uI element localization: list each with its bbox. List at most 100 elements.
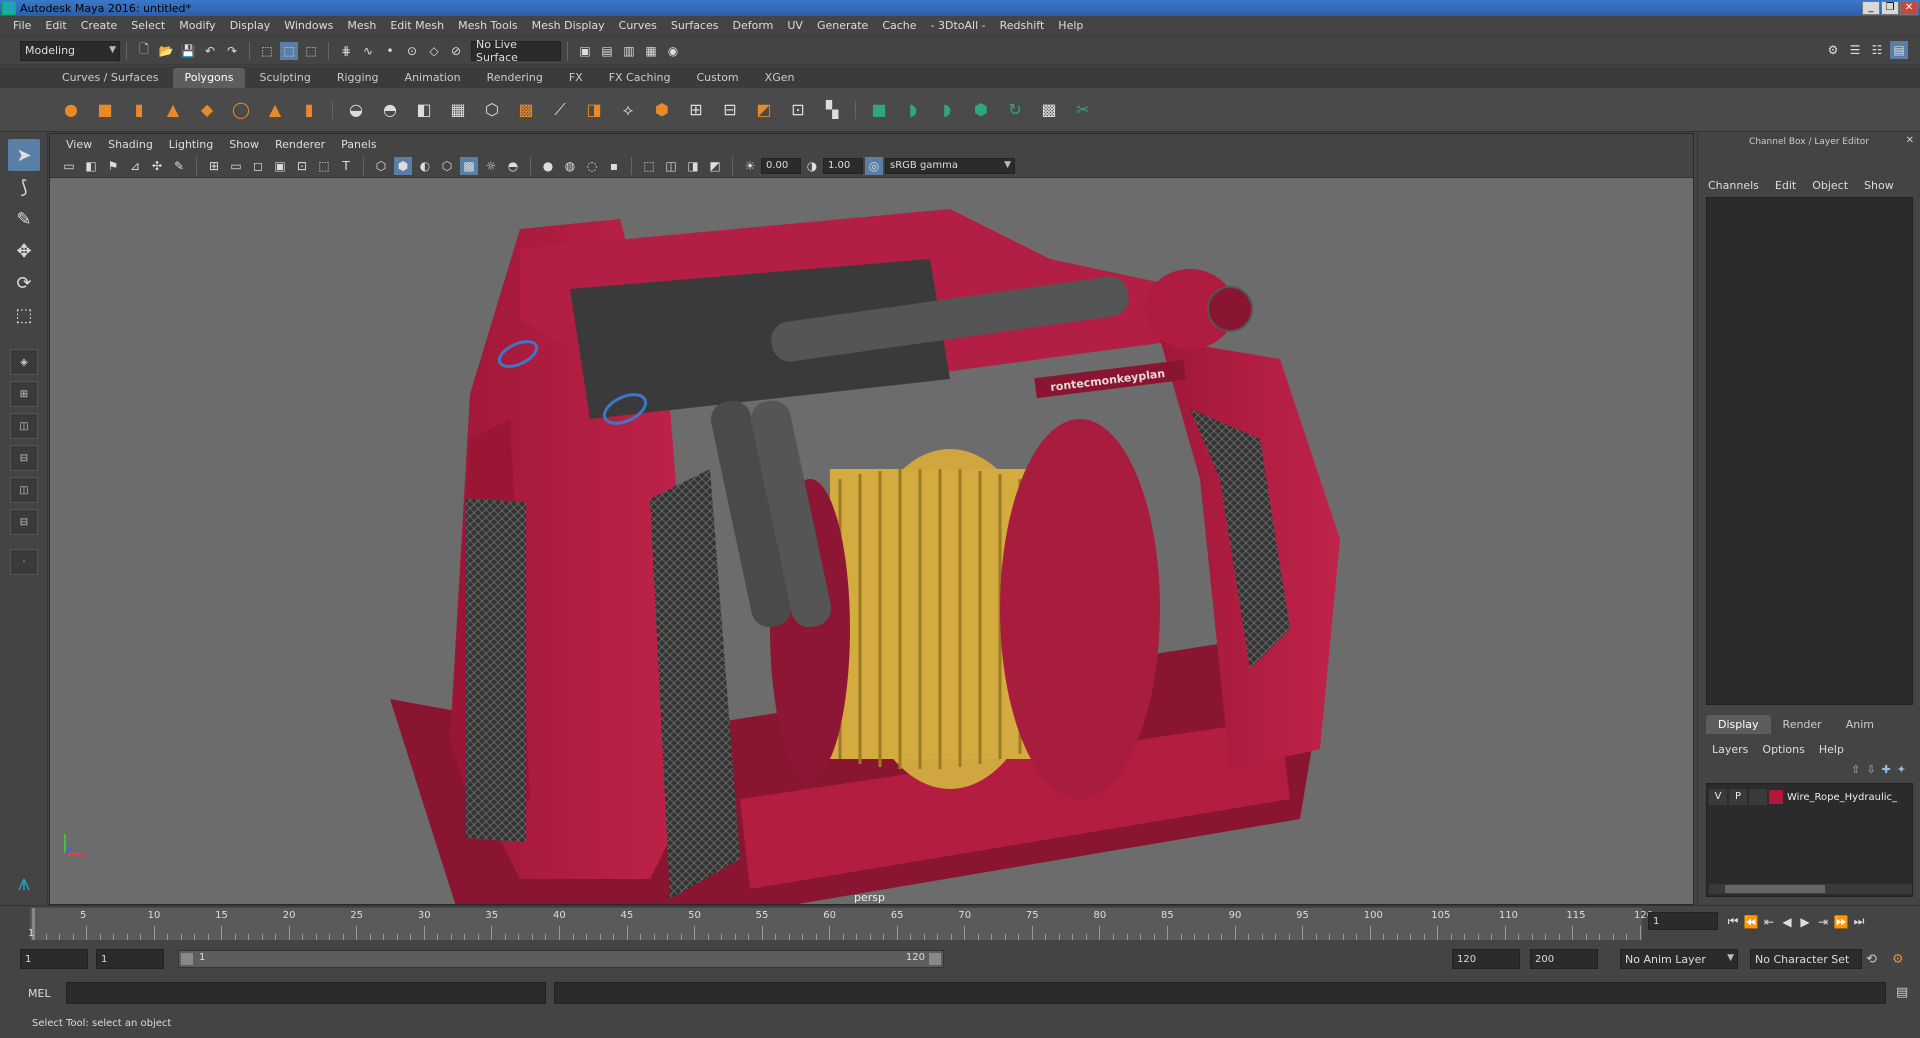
menu-edit-mesh[interactable]: Edit Mesh xyxy=(383,19,451,32)
snap-point-icon[interactable]: • xyxy=(381,42,399,60)
layer-tab-render[interactable]: Render xyxy=(1771,715,1834,734)
create-layer-selected-icon[interactable]: ✦ xyxy=(1897,763,1906,776)
wireframe-on-shaded-icon[interactable]: ⬡ xyxy=(438,157,456,175)
range-end-handle[interactable] xyxy=(929,953,941,965)
exposure-icon[interactable]: ☀ xyxy=(741,157,759,175)
cylindrical-map-icon[interactable]: ◗ xyxy=(899,96,927,124)
paint-select-tool-icon[interactable]: ✎ xyxy=(8,203,40,235)
bevel-icon[interactable]: ◨ xyxy=(580,96,608,124)
go-to-end-icon[interactable]: ⏭ xyxy=(1850,914,1868,929)
menu-redshift[interactable]: Redshift xyxy=(993,19,1052,32)
step-back-key-icon[interactable]: ⏪ xyxy=(1742,915,1760,929)
play-backwards-icon[interactable]: ◀ xyxy=(1778,915,1796,929)
viewport-menu-panels[interactable]: Panels xyxy=(333,138,384,151)
gamma-icon[interactable]: ◑ xyxy=(803,157,821,175)
hypershade-icon[interactable]: ◉ xyxy=(664,42,682,60)
playback-start-field[interactable]: 1 xyxy=(96,949,164,969)
hypershade-layout-icon[interactable]: ◫ xyxy=(10,477,38,503)
wireframe-icon[interactable]: ⬡ xyxy=(372,157,390,175)
image-plane-icon[interactable]: ⊿ xyxy=(126,157,144,175)
close-button[interactable]: ✕ xyxy=(1900,1,1918,15)
layer-visibility-toggle[interactable]: V xyxy=(1709,789,1727,805)
resolution-gate-icon[interactable]: ◻ xyxy=(249,157,267,175)
target-weld-icon[interactable]: ▚ xyxy=(818,96,846,124)
poly-cube-icon[interactable]: ■ xyxy=(91,96,119,124)
use-default-material-icon[interactable]: ◐ xyxy=(416,157,434,175)
unfold-icon[interactable]: ↻ xyxy=(1001,96,1029,124)
channel-box-menu-channels[interactable]: Channels xyxy=(1708,179,1759,192)
viewport-menu-view[interactable]: View xyxy=(58,138,100,151)
restore-button[interactable]: ❐ xyxy=(1881,1,1899,15)
depth-of-field-icon[interactable]: ▪ xyxy=(605,157,623,175)
layer-row[interactable]: V P Wire_Rope_Hydraulic_ xyxy=(1709,788,1912,806)
merge-icon[interactable]: ⊡ xyxy=(784,96,812,124)
planar-map-icon[interactable]: ■ xyxy=(865,96,893,124)
animation-preferences-icon[interactable]: ⚙ xyxy=(1892,952,1904,967)
select-object-icon[interactable]: ⬚ xyxy=(280,41,298,60)
spherical-map-icon[interactable]: ◗ xyxy=(933,96,961,124)
anim-layer-dropdown[interactable]: No Anim Layer ▼ xyxy=(1620,949,1738,969)
new-scene-icon[interactable]: 🗋 xyxy=(135,42,153,60)
select-hierarchy-icon[interactable]: ⬚ xyxy=(258,42,276,60)
move-layer-down-icon[interactable]: ⇩ xyxy=(1866,763,1875,776)
grid-icon[interactable]: ⊞ xyxy=(205,157,223,175)
move-tool-icon[interactable]: ✥ xyxy=(8,235,40,267)
play-forwards-icon[interactable]: ▶ xyxy=(1796,915,1814,929)
shelf-tab-sculpting[interactable]: Sculpting xyxy=(247,68,322,88)
xray-components-icon[interactable]: ◩ xyxy=(706,157,724,175)
channel-box-body[interactable] xyxy=(1706,197,1913,705)
tool-settings-icon[interactable]: ☷ xyxy=(1868,41,1886,59)
camera-select-icon[interactable]: ▭ xyxy=(60,157,78,175)
character-set-dropdown[interactable]: No Character Set xyxy=(1750,949,1862,969)
step-back-frame-icon[interactable]: ⇤ xyxy=(1760,915,1778,929)
open-scene-icon[interactable]: 📂 xyxy=(157,42,175,60)
snap-curve-icon[interactable]: ∿ xyxy=(359,42,377,60)
script-language-button[interactable]: MEL xyxy=(28,987,51,1000)
menu-edit[interactable]: Edit xyxy=(38,19,73,32)
automatic-map-icon[interactable]: ⬢ xyxy=(967,96,995,124)
menu-select[interactable]: Select xyxy=(124,19,172,32)
shelf-tab-fx-caching[interactable]: FX Caching xyxy=(597,68,683,88)
menu-uv[interactable]: UV xyxy=(780,19,810,32)
render-view-icon[interactable]: ▣ xyxy=(576,42,594,60)
ipr-render-icon[interactable]: ▥ xyxy=(620,42,638,60)
view-transform-dropdown[interactable]: sRGB gamma ▼ xyxy=(885,157,1015,174)
panel-close-icon[interactable]: ✕ xyxy=(1906,135,1914,146)
menu-3dtoall[interactable]: - 3DtoAll - xyxy=(924,19,993,32)
camera-attributes-icon[interactable]: ◧ xyxy=(82,157,100,175)
auto-key-icon[interactable]: ⟲ xyxy=(1866,952,1877,967)
live-surface-field[interactable]: No Live Surface xyxy=(471,38,561,64)
save-scene-icon[interactable]: 💾 xyxy=(179,42,197,60)
modeling-toolkit-icon[interactable]: ⚙ xyxy=(1824,41,1842,59)
perspective-viewport[interactable]: View Shading Lighting Show Renderer Panels ▭ … xyxy=(49,133,1694,905)
smooth-shade-icon[interactable]: ⬢ xyxy=(394,156,412,175)
channel-box-menu-edit[interactable]: Edit xyxy=(1775,179,1796,192)
separate-icon[interactable]: ◓ xyxy=(376,96,404,124)
redo-icon[interactable]: ↷ xyxy=(223,42,241,60)
custom-layout-icon[interactable]: · xyxy=(10,549,38,575)
poly-cylinder-icon[interactable]: ▮ xyxy=(125,96,153,124)
move-layer-up-icon[interactable]: ⇧ xyxy=(1851,763,1860,776)
menu-surfaces[interactable]: Surfaces xyxy=(664,19,726,32)
persp-render-layout-icon[interactable]: ⊟ xyxy=(10,509,38,535)
menu-display[interactable]: Display xyxy=(223,19,278,32)
undo-icon[interactable]: ↶ xyxy=(201,42,219,60)
playback-end-field[interactable]: 120 xyxy=(1452,949,1520,969)
poly-pipe-icon[interactable]: ▮ xyxy=(295,96,323,124)
color-management-icon[interactable]: ◎ xyxy=(865,156,883,175)
boolean-icon[interactable]: ▩ xyxy=(512,96,540,124)
channel-box-menu-object[interactable]: Object xyxy=(1812,179,1848,192)
snap-grid-icon[interactable]: ⋕ xyxy=(337,42,355,60)
layer-menu-help[interactable]: Help xyxy=(1819,743,1844,756)
create-empty-layer-icon[interactable]: ✚ xyxy=(1882,763,1891,776)
layer-list-scrollbar[interactable] xyxy=(1709,884,1912,894)
motion-blur-icon[interactable]: ◍ xyxy=(561,157,579,175)
smooth-icon[interactable]: ▦ xyxy=(444,96,472,124)
multisample-aa-icon[interactable]: ◌ xyxy=(583,157,601,175)
gate-mask-icon[interactable]: ▣ xyxy=(271,157,289,175)
shelf-tab-custom[interactable]: Custom xyxy=(685,68,751,88)
menu-mesh-display[interactable]: Mesh Display xyxy=(525,19,612,32)
isolate-select-icon[interactable]: ⬚ xyxy=(640,157,658,175)
film-gate-icon[interactable]: ▭ xyxy=(227,157,245,175)
menu-set-dropdown[interactable]: Modeling ▼ xyxy=(20,40,120,61)
